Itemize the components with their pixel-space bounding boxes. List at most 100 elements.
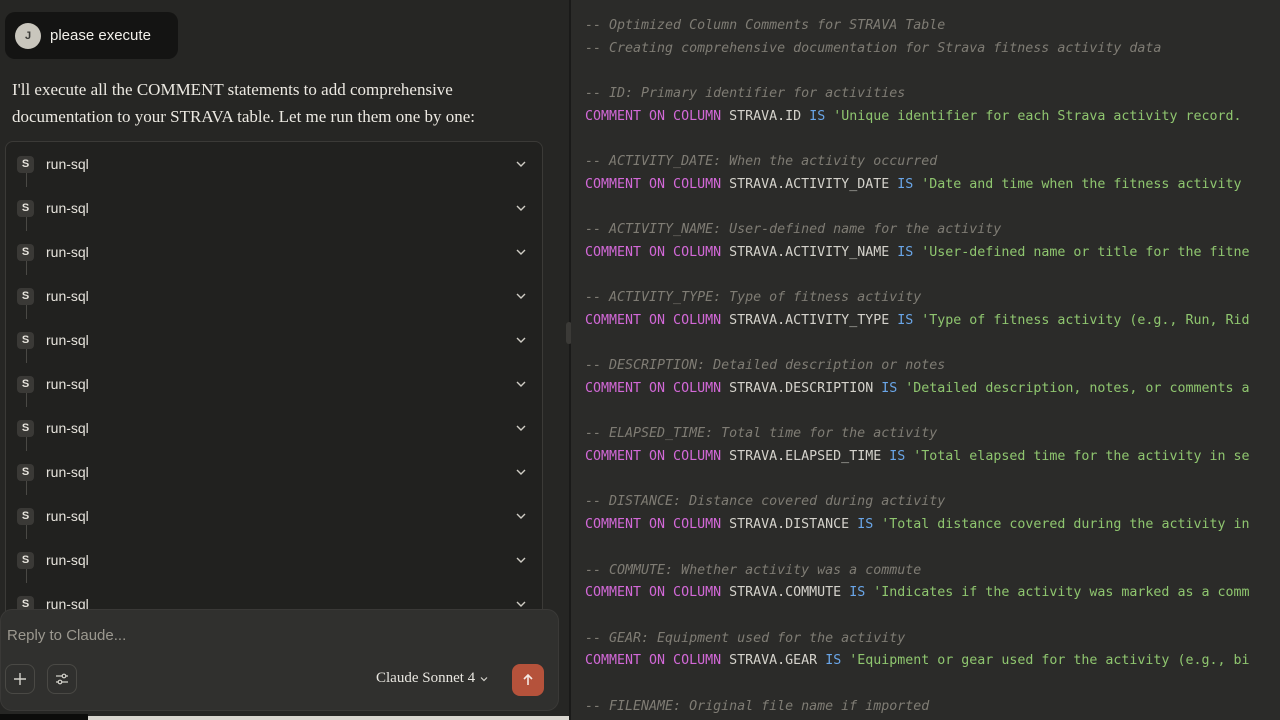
sql-column: STRAVA.COMMUTE — [729, 585, 842, 601]
code-comment: -- DESCRIPTION: Detailed description or … — [585, 358, 946, 374]
code-comment: -- ACTIVITY_NAME: User-defined name for … — [585, 222, 1002, 238]
code-comment: -- COMMUTE: Whether activity was a commu… — [585, 562, 922, 578]
sql-statement: COMMENT ON COLUMN STRAVA.ACTIVITY_DATE I… — [585, 174, 1250, 197]
tool-connector-line — [26, 569, 27, 583]
code-comment: -- GEAR: Equipment used for the activity — [585, 630, 906, 646]
sql-tool-icon: S — [17, 155, 34, 173]
tool-connector-line — [26, 305, 27, 319]
chevron-down-icon[interactable] — [514, 377, 528, 391]
chevron-down-icon[interactable] — [514, 245, 528, 259]
tool-call-label: run-sql — [46, 156, 89, 172]
sql-tool-icon: S — [17, 375, 34, 393]
sql-code-block: -- Optimized Column Comments for STRAVA … — [585, 15, 1250, 718]
sql-string: 'Date and time when the fitness activity — [921, 176, 1250, 192]
sql-tool-icon: S — [17, 419, 34, 437]
scroll-strip — [88, 716, 569, 720]
sql-column: STRAVA.ID — [729, 108, 802, 124]
sql-is-keyword: IS — [889, 449, 906, 465]
reply-input[interactable] — [5, 626, 549, 645]
sql-statement: COMMENT ON COLUMN STRAVA.ID IS 'Unique i… — [585, 106, 1250, 129]
tool-call-label: run-sql — [46, 288, 89, 304]
chevron-down-icon[interactable] — [514, 465, 528, 479]
sql-is-keyword: IS — [825, 653, 842, 669]
tool-call-row[interactable]: Srun-sql — [6, 274, 542, 318]
tool-call-label: run-sql — [46, 332, 89, 348]
sql-is-keyword: IS — [897, 312, 914, 328]
model-selector[interactable]: Claude Sonnet 4 — [376, 670, 489, 687]
sql-tool-icon: S — [17, 243, 34, 261]
sql-statement: COMMENT ON COLUMN STRAVA.DESCRIPTION IS … — [585, 378, 1250, 401]
model-name: Claude Sonnet 4 — [376, 670, 476, 686]
tool-calls-list: Srun-sql Srun-sql Srun-sql Srun-sql Srun-sql… — [5, 141, 543, 643]
sql-keyword: COMMENT ON COLUMN — [585, 653, 722, 669]
sql-column: STRAVA.ELAPSED_TIME — [729, 449, 882, 465]
tool-call-row[interactable]: Srun-sql — [6, 318, 542, 362]
sql-tool-icon: S — [17, 551, 34, 569]
chevron-down-icon[interactable] — [514, 157, 528, 171]
sql-keyword: COMMENT ON COLUMN — [585, 381, 722, 396]
code-comment: -- ID: Primary identifier for activities — [585, 86, 906, 102]
sql-is-keyword: IS — [849, 585, 866, 601]
code-artifact-panel: -- Optimized Column Comments for STRAVA … — [571, 0, 1280, 720]
send-button[interactable] — [512, 664, 544, 696]
sql-column: STRAVA.DESCRIPTION — [729, 381, 874, 396]
user-message-bubble: J please execute — [5, 12, 178, 59]
tool-connector-line — [26, 349, 27, 363]
tool-call-row[interactable]: Srun-sql — [6, 494, 542, 538]
chevron-down-icon[interactable] — [514, 553, 528, 567]
tool-call-row[interactable]: Srun-sql — [6, 142, 542, 186]
taskbar-strip — [0, 714, 88, 720]
code-comment: -- Optimized Column Comments for STRAVA … — [585, 18, 946, 33]
chevron-down-icon[interactable] — [514, 421, 528, 435]
sql-string: 'Total elapsed time for the activity in … — [913, 449, 1250, 465]
tools-button[interactable] — [47, 664, 77, 694]
sql-string: 'Indicates if the activity was marked as… — [873, 585, 1250, 601]
code-comment: -- FILENAME: Original file name if impor… — [585, 698, 930, 714]
tool-call-row[interactable]: Srun-sql — [6, 362, 542, 406]
sql-column: STRAVA.DISTANCE — [729, 517, 850, 533]
sql-tool-icon: S — [17, 331, 34, 349]
sql-string: 'Total distance covered during the activ… — [881, 517, 1250, 533]
sql-keyword: COMMENT ON COLUMN — [585, 244, 722, 260]
code-comment: -- ACTIVITY_TYPE: Type of fitness activi… — [585, 290, 922, 306]
sql-is-keyword: IS — [897, 176, 914, 192]
plus-icon — [14, 673, 26, 685]
sql-tool-icon: S — [17, 287, 34, 305]
tool-call-row[interactable]: Srun-sql — [6, 450, 542, 494]
sql-string: 'User-defined name or title for the fitn… — [921, 244, 1250, 260]
code-comment: -- DISTANCE: Distance covered during act… — [585, 494, 946, 510]
tool-call-row[interactable]: Srun-sql — [6, 406, 542, 450]
tool-call-row[interactable]: Srun-sql — [6, 538, 542, 582]
sql-tool-icon: S — [17, 507, 34, 525]
tool-call-row[interactable]: Srun-sql — [6, 230, 542, 274]
tool-call-row[interactable]: Srun-sql — [6, 186, 542, 230]
sliders-icon — [56, 673, 68, 685]
chevron-down-icon[interactable] — [514, 201, 528, 215]
composer: Claude Sonnet 4 — [0, 609, 559, 711]
code-comment: -- ELAPSED_TIME: Total time for the acti… — [585, 426, 938, 442]
sql-string: 'Type of fitness activity (e.g., Run, Ri… — [921, 312, 1250, 328]
tool-connector-line — [26, 437, 27, 451]
sql-statement: COMMENT ON COLUMN STRAVA.GEAR IS 'Equipm… — [585, 650, 1250, 673]
tool-connector-line — [26, 261, 27, 275]
assistant-message: I'll execute all the COMMENT statements … — [12, 80, 476, 126]
chevron-down-icon — [480, 676, 488, 681]
chevron-down-icon[interactable] — [514, 333, 528, 347]
tool-call-label: run-sql — [46, 420, 89, 436]
chevron-down-icon[interactable] — [514, 289, 528, 303]
chat-panel: J please execute I'll execute all the CO… — [0, 0, 569, 720]
tool-call-label: run-sql — [46, 200, 89, 216]
add-button[interactable] — [5, 664, 35, 694]
tool-connector-line — [26, 481, 27, 495]
code-comment: -- ACTIVITY_DATE: When the activity occu… — [585, 154, 938, 170]
sql-tool-icon: S — [17, 199, 34, 217]
sql-keyword: COMMENT ON COLUMN — [585, 176, 722, 192]
user-message-text: please execute — [50, 27, 151, 44]
tool-connector-line — [26, 525, 27, 539]
chevron-down-icon[interactable] — [514, 509, 528, 523]
